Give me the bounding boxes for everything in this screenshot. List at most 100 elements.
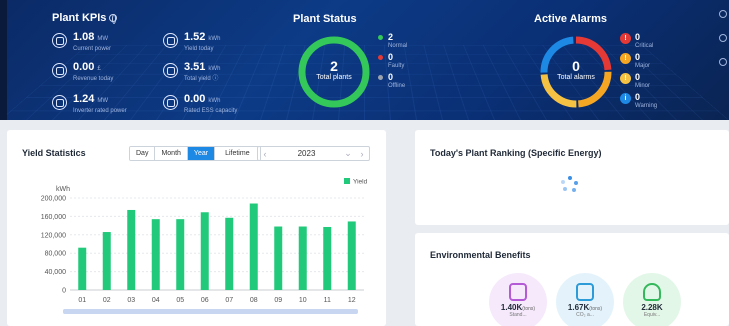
bar xyxy=(78,247,87,290)
tree-icon xyxy=(643,283,661,301)
kpi-label: Rated ESS capacity xyxy=(184,108,238,114)
chevron-right-icon[interactable]: › xyxy=(355,149,369,159)
x-tick-label: 12 xyxy=(348,297,356,304)
x-tick-label: 11 xyxy=(324,297,331,304)
plant-status-center: 2 Total plants xyxy=(296,58,372,81)
y-tick-label: 0 xyxy=(62,288,66,295)
total-alarms-label: Total alarms xyxy=(557,74,595,81)
bar xyxy=(274,226,283,290)
kpi-label: Yield today xyxy=(184,46,214,52)
kpi-unit: £ xyxy=(97,66,101,72)
kpi-value: 3.51 xyxy=(184,61,206,73)
alarm-label: Major xyxy=(635,63,651,69)
kpi-label: Revenue today xyxy=(73,76,114,82)
y-axis-label: kWh xyxy=(56,186,70,193)
kpi-rated-ess-capacity: 0.00 kWh Rated ESS capacity xyxy=(163,93,237,116)
ranking-title: Today's Plant Ranking (Specific Energy) xyxy=(430,148,602,158)
period-month[interactable]: Month xyxy=(155,147,188,160)
benefit-trees: 2.28K Equiv... xyxy=(623,273,681,326)
alarm-value: 0 xyxy=(635,52,641,62)
legend-swatch xyxy=(344,178,350,184)
kpi-yield-today: 1.52 kWh Yield today xyxy=(163,31,220,54)
benefit-label: Stand... xyxy=(509,312,527,318)
kpi-inverter-rated-power: 1.24 MW Inverter rated power xyxy=(52,93,127,116)
environmental-benefits-card: Environmental Benefits 1.40K(tons) Stand… xyxy=(415,233,729,326)
alarm-label: Warning xyxy=(635,103,658,109)
x-tick-label: 06 xyxy=(201,297,209,304)
globe-settings-icon[interactable] xyxy=(719,34,727,42)
status-dot-normal xyxy=(378,35,383,40)
total-plants-value: 2 xyxy=(330,58,338,74)
kpi-label: Current power xyxy=(73,46,112,52)
banner-edge xyxy=(0,0,7,120)
x-tick-label: 08 xyxy=(250,297,258,304)
critical-alarm-icon: ! xyxy=(620,33,631,44)
kpi-current-power: 1.08 MW Current power xyxy=(52,31,111,54)
benefit-label: Equiv... xyxy=(643,312,661,318)
refresh-icon[interactable] xyxy=(719,58,727,66)
plant-kpis-title: Plant KPIs xyxy=(52,12,118,25)
kpi-unit: MW xyxy=(97,98,109,104)
alarm-legend-minor: ! 0 Minor xyxy=(620,72,650,90)
inverter-icon xyxy=(52,95,67,110)
yield-statistics-card: Yield Statistics Day Month Year Lifetime… xyxy=(7,130,386,326)
yield-statistics-title: Yield Statistics xyxy=(22,148,86,158)
kpi-value: 1.08 xyxy=(73,31,95,43)
x-tick-label: 03 xyxy=(127,297,135,304)
x-tick-label: 04 xyxy=(152,297,160,304)
status-value: 0 xyxy=(388,72,394,82)
kpi-value: 1.52 xyxy=(184,31,206,43)
x-tick-label: 01 xyxy=(78,297,86,304)
alarm-legend-critical: ! 0 Critical xyxy=(620,32,653,50)
chevron-left-icon[interactable]: ‹ xyxy=(258,149,272,159)
bar xyxy=(102,232,111,290)
year-value[interactable]: 2023 xyxy=(272,149,341,158)
alarm-value: 0 xyxy=(635,32,641,42)
period-day[interactable]: Day xyxy=(130,147,156,160)
status-legend-normal: 2 Normal xyxy=(378,32,407,50)
x-tick-label: 10 xyxy=(299,297,307,304)
kpi-label: Total yield ⓘ xyxy=(184,76,219,82)
bar xyxy=(225,217,234,290)
total-yield-icon xyxy=(163,63,178,78)
benefit-value: 1.67K xyxy=(567,303,590,312)
period-lifetime[interactable]: Lifetime xyxy=(215,147,260,160)
bar xyxy=(298,226,307,290)
bar xyxy=(200,212,209,290)
chevron-down-icon[interactable]: ⌄ xyxy=(341,148,355,159)
range-slider-selection xyxy=(63,309,358,314)
banner-side-tools xyxy=(719,10,729,82)
y-tick-label: 160,000 xyxy=(41,214,66,221)
y-tick-label: 80,000 xyxy=(45,251,67,258)
benefit-co2: 1.67K(tons) CO₂ a... xyxy=(556,273,614,326)
globe-icon[interactable] xyxy=(109,14,118,25)
revenue-icon xyxy=(52,63,67,78)
co2-icon xyxy=(576,283,594,301)
kpi-label: Inverter rated power xyxy=(73,108,127,114)
menu-icon[interactable] xyxy=(719,10,727,18)
kpi-value: 1.24 xyxy=(73,93,95,105)
benefit-label: CO₂ a... xyxy=(576,312,594,318)
active-alarms-title: Active Alarms xyxy=(534,13,607,25)
kpi-revenue-today: 0.00 £ Revenue today xyxy=(52,61,113,84)
alarm-value: 0 xyxy=(635,72,641,82)
major-alarm-icon: ! xyxy=(620,53,631,64)
bar xyxy=(127,209,136,290)
x-tick-label: 02 xyxy=(103,297,111,304)
power-icon xyxy=(52,33,67,48)
status-dot-offline xyxy=(378,75,383,80)
y-tick-label: 200,000 xyxy=(41,196,66,203)
x-tick-label: 07 xyxy=(225,297,233,304)
status-label: Offline xyxy=(388,83,406,89)
benefit-value: 2.28K xyxy=(641,303,663,312)
kpi-total-yield: 3.51 kWh Total yield ⓘ xyxy=(163,61,220,84)
x-tick-label: 05 xyxy=(176,297,184,304)
benefit-standard-coal: 1.40K(tons) Stand... xyxy=(489,273,547,326)
ess-icon xyxy=(163,95,178,110)
status-legend-offline: 0 Offline xyxy=(378,72,405,90)
period-year[interactable]: Year xyxy=(187,147,216,160)
y-tick-label: 40,000 xyxy=(45,269,67,276)
alarm-label: Critical xyxy=(635,43,654,49)
status-label: Normal xyxy=(388,43,408,49)
year-picker[interactable]: ‹ 2023 ⌄ › xyxy=(257,146,370,161)
